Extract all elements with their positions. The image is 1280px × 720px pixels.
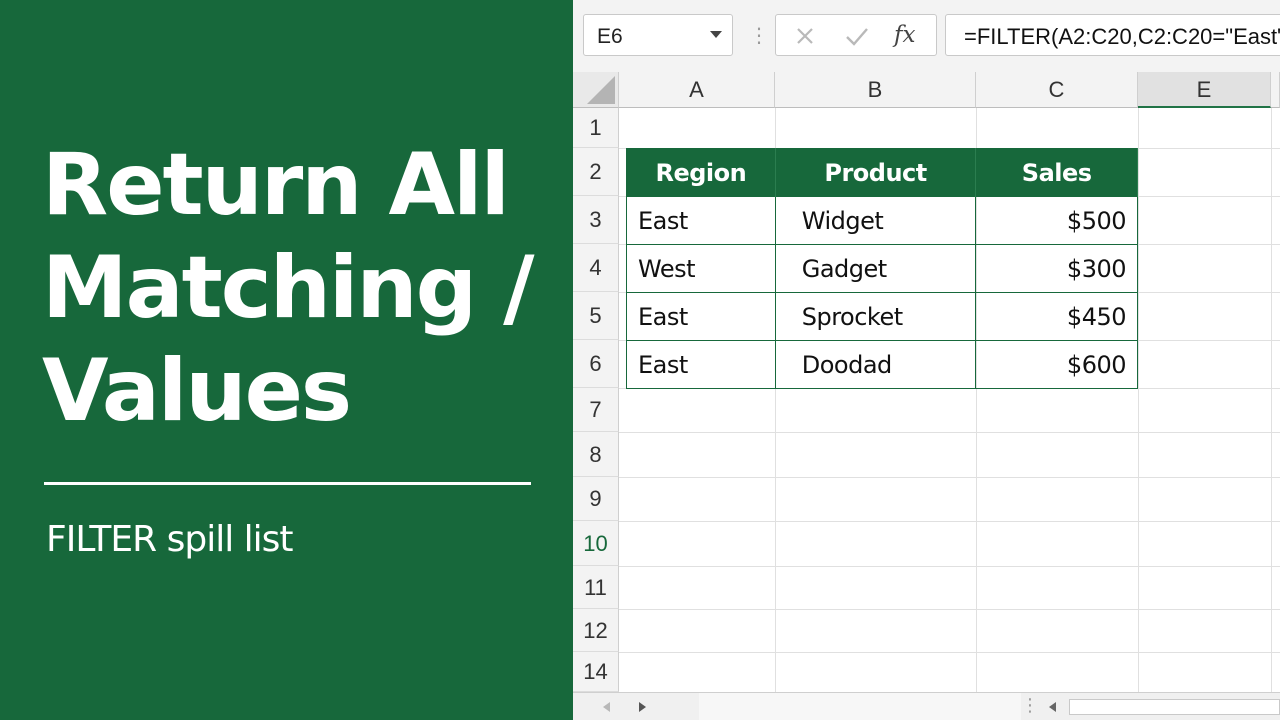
row-header-6[interactable]: 6: [573, 340, 619, 388]
splitter-handle-icon[interactable]: ⋮: [1021, 696, 1039, 714]
column-header-e[interactable]: E: [1138, 72, 1271, 108]
cell-sales[interactable]: $300: [975, 244, 1138, 293]
grid-line: [619, 652, 1280, 653]
grid-line: [619, 432, 1280, 433]
column-header-c[interactable]: C: [976, 72, 1138, 108]
horizontal-scrollbar[interactable]: [1069, 699, 1280, 715]
cell-product[interactable]: Gadget: [774, 244, 977, 293]
grid-line: [1271, 108, 1272, 692]
cancel-icon[interactable]: [790, 23, 820, 49]
header-region[interactable]: Region: [626, 148, 776, 197]
cell-region[interactable]: East: [626, 292, 776, 341]
header-sales[interactable]: Sales: [975, 148, 1138, 197]
table-row: East Doodad $600: [626, 340, 1138, 389]
scroll-left-icon[interactable]: [1049, 702, 1056, 712]
cell-region[interactable]: East: [626, 340, 776, 389]
table-row: East Sprocket $450: [626, 292, 1138, 341]
column-header-b[interactable]: B: [775, 72, 976, 108]
cell-product[interactable]: Sprocket: [774, 292, 977, 341]
dropdown-arrow-icon[interactable]: [710, 31, 722, 38]
name-box[interactable]: E6: [583, 14, 733, 56]
formula-actions: fx: [775, 14, 937, 56]
grid-line: [619, 477, 1280, 478]
row-header-14[interactable]: 14: [573, 652, 619, 692]
cell-product[interactable]: Doodad: [774, 340, 977, 389]
toolbar-separator: ⋮: [749, 25, 769, 47]
next-sheet-icon[interactable]: [639, 702, 646, 712]
grid-line: [619, 566, 1280, 567]
row-header-3[interactable]: 3: [573, 196, 619, 244]
column-header-a[interactable]: A: [619, 72, 775, 108]
row-header-10[interactable]: 10: [573, 521, 619, 566]
formula-bar[interactable]: =FILTER(A2:C20,C2:C20="East"): [945, 14, 1280, 56]
formula-text: =FILTER(A2:C20,C2:C20="East"): [964, 24, 1280, 49]
row-header-12[interactable]: 12: [573, 609, 619, 652]
table-header-row: Region Product Sales: [626, 148, 1138, 197]
thumbnail-subtitle: FILTER spill list: [46, 519, 294, 560]
row-header-11[interactable]: 11: [573, 566, 619, 609]
grid-line: [1138, 108, 1139, 692]
column-header-partial[interactable]: [1271, 72, 1280, 108]
row-header-2[interactable]: 2: [573, 148, 619, 196]
data-table: Region Product Sales East Widget $500 We…: [626, 148, 1138, 389]
cell-region[interactable]: West: [626, 244, 776, 293]
cell-sales[interactable]: $450: [975, 292, 1138, 341]
select-all-icon: [587, 76, 615, 104]
cell-sales[interactable]: $500: [975, 196, 1138, 245]
sheet-tab-area[interactable]: [699, 693, 1021, 720]
grid-line: [619, 521, 1280, 522]
name-box-value: E6: [597, 25, 623, 48]
row-header-9[interactable]: 9: [573, 477, 619, 521]
thumbnail-title: Return All Matching / Values: [42, 135, 535, 441]
row-header-5[interactable]: 5: [573, 292, 619, 340]
sheet-navigation-bar: ⋮: [573, 692, 1280, 720]
formula-toolbar: E6 ⋮ fx =FILTER(A2:C20,C2:C20="East"): [573, 0, 1280, 72]
table-row: West Gadget $300: [626, 244, 1138, 293]
cell-product[interactable]: Widget: [774, 196, 977, 245]
enter-icon[interactable]: [842, 23, 872, 49]
grid-line: [619, 609, 1280, 610]
row-header-4[interactable]: 4: [573, 244, 619, 292]
previous-sheet-icon[interactable]: [603, 702, 610, 712]
table-row: East Widget $500: [626, 196, 1138, 245]
title-panel: Return All Matching / Values FILTER spil…: [0, 0, 573, 720]
fx-icon[interactable]: fx: [894, 22, 924, 48]
header-product[interactable]: Product: [775, 148, 977, 197]
row-header-8[interactable]: 8: [573, 432, 619, 477]
cell-region[interactable]: East: [626, 196, 776, 245]
select-all-button[interactable]: [573, 72, 619, 108]
row-header-1[interactable]: 1: [573, 108, 619, 148]
cell-sales[interactable]: $600: [975, 340, 1138, 389]
title-divider: [44, 482, 531, 485]
row-header-7[interactable]: 7: [573, 388, 619, 432]
